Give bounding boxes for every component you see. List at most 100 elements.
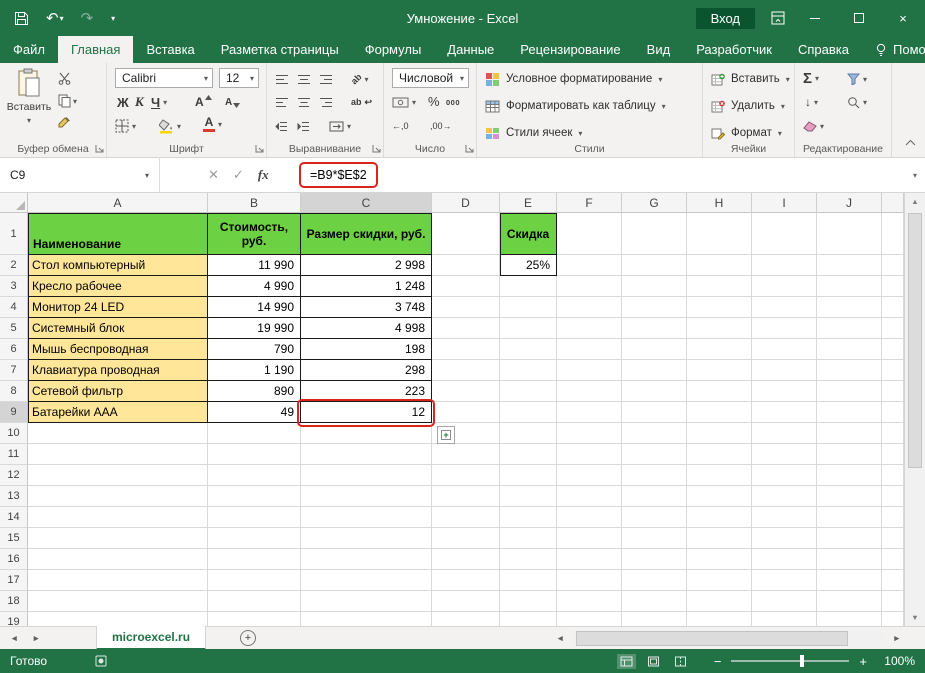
cell-B13[interactable] (208, 486, 301, 507)
cell-A6[interactable]: Мышь беспроводная (28, 339, 208, 360)
collapse-ribbon-button[interactable] (905, 133, 916, 151)
select-all-corner[interactable] (0, 193, 28, 213)
cell-B6[interactable]: 790 (208, 339, 301, 360)
scroll-up-button[interactable]: ▲ (905, 193, 925, 210)
cell-C17[interactable] (301, 570, 432, 591)
cell-K4[interactable] (882, 297, 904, 318)
cell-H15[interactable] (687, 528, 752, 549)
cell-I6[interactable] (752, 339, 817, 360)
cell-G10[interactable] (622, 423, 687, 444)
cell-E5[interactable] (500, 318, 557, 339)
orientation-button[interactable]: ab ▾ (351, 69, 369, 89)
cell-F9[interactable] (557, 402, 622, 423)
cell-J17[interactable] (817, 570, 882, 591)
cell-K15[interactable] (882, 528, 904, 549)
cell-A2[interactable]: Стол компьютерный (28, 255, 208, 276)
ribbon-display-options-button[interactable] (771, 11, 785, 25)
cell-C10[interactable] (301, 423, 432, 444)
column-header-E[interactable]: E (500, 193, 557, 213)
row-header-17[interactable]: 17 (0, 570, 28, 591)
cell-B18[interactable] (208, 591, 301, 612)
cell-D14[interactable] (432, 507, 500, 528)
cell-J11[interactable] (817, 444, 882, 465)
cell-E7[interactable] (500, 360, 557, 381)
row-header-9[interactable]: 9 (0, 402, 28, 423)
cell-D4[interactable] (432, 297, 500, 318)
autofill-options-button[interactable]: + (437, 426, 455, 444)
merge-center-button[interactable]: ▾ (329, 116, 351, 136)
cell-A13[interactable] (28, 486, 208, 507)
cell-A17[interactable] (28, 570, 208, 591)
cell-F1[interactable] (557, 213, 622, 255)
menu-tab-Разработчик[interactable]: Разработчик (683, 36, 785, 63)
cell-C4[interactable]: 3 748 (301, 297, 432, 318)
page-layout-view-button[interactable] (644, 654, 663, 669)
column-header-B[interactable]: B (208, 193, 301, 213)
cell-F12[interactable] (557, 465, 622, 486)
vertical-scrollbar[interactable]: ▲ ▼ (904, 193, 925, 626)
column-header-F[interactable]: F (557, 193, 622, 213)
cell-E14[interactable] (500, 507, 557, 528)
hscroll-right-button[interactable]: ► (893, 627, 901, 649)
row-header-15[interactable]: 15 (0, 528, 28, 549)
cell-I15[interactable] (752, 528, 817, 549)
cell-J15[interactable] (817, 528, 882, 549)
cell-D16[interactable] (432, 549, 500, 570)
sort-filter-button[interactable]: ▾ (847, 69, 867, 89)
cell-J12[interactable] (817, 465, 882, 486)
wrap-text-button[interactable]: ab ↩ (351, 92, 372, 112)
format-as-table-button[interactable]: Форматировать как таблицу ▾ (485, 95, 666, 117)
cell-I5[interactable] (752, 318, 817, 339)
cell-J10[interactable] (817, 423, 882, 444)
clipboard-dialog-launcher[interactable] (95, 144, 104, 153)
cell-E6[interactable] (500, 339, 557, 360)
horizontal-scroll-thumb[interactable] (576, 631, 848, 646)
cell-B11[interactable] (208, 444, 301, 465)
cell-C15[interactable] (301, 528, 432, 549)
cell-B3[interactable]: 4 990 (208, 276, 301, 297)
cell-K8[interactable] (882, 381, 904, 402)
sheet-nav-left-button[interactable]: ◄ (10, 627, 18, 649)
cell-D19[interactable] (432, 612, 500, 626)
column-header-J[interactable]: J (817, 193, 882, 213)
increase-indent-button[interactable] (297, 116, 310, 136)
cell-D12[interactable] (432, 465, 500, 486)
cell-H18[interactable] (687, 591, 752, 612)
cell-G8[interactable] (622, 381, 687, 402)
cell-I4[interactable] (752, 297, 817, 318)
cell-G2[interactable] (622, 255, 687, 276)
grow-font-button[interactable]: А (195, 92, 212, 112)
cell-C6[interactable]: 198 (301, 339, 432, 360)
redo-button[interactable]: ↷ (81, 11, 94, 26)
align-left-button[interactable] (275, 92, 289, 112)
align-middle-button[interactable] (297, 69, 311, 89)
row-header-1[interactable]: 1 (0, 213, 28, 255)
cell-H17[interactable] (687, 570, 752, 591)
cell-A14[interactable] (28, 507, 208, 528)
cell-J18[interactable] (817, 591, 882, 612)
cell-E17[interactable] (500, 570, 557, 591)
cell-K19[interactable] (882, 612, 904, 626)
cell-H5[interactable] (687, 318, 752, 339)
cell-I11[interactable] (752, 444, 817, 465)
row-header-2[interactable]: 2 (0, 255, 28, 276)
cell-I13[interactable] (752, 486, 817, 507)
cell-C19[interactable] (301, 612, 432, 626)
cut-button[interactable] (58, 72, 71, 85)
cell-H16[interactable] (687, 549, 752, 570)
cell-C3[interactable]: 1 248 (301, 276, 432, 297)
autosum-button[interactable]: Σ ▾ (803, 68, 819, 88)
cell-H11[interactable] (687, 444, 752, 465)
cell-B1[interactable]: Стоимость, руб. (208, 213, 301, 255)
font-name-select[interactable]: Calibri ▾ (115, 68, 213, 88)
cell-J4[interactable] (817, 297, 882, 318)
cell-H6[interactable] (687, 339, 752, 360)
align-center-button[interactable] (297, 92, 311, 112)
cell-H2[interactable] (687, 255, 752, 276)
cell-K2[interactable] (882, 255, 904, 276)
minimize-button[interactable] (793, 0, 837, 36)
cell-E9[interactable] (500, 402, 557, 423)
underline-button[interactable]: Ч ▾ (151, 92, 167, 112)
cell-K14[interactable] (882, 507, 904, 528)
cell-I7[interactable] (752, 360, 817, 381)
